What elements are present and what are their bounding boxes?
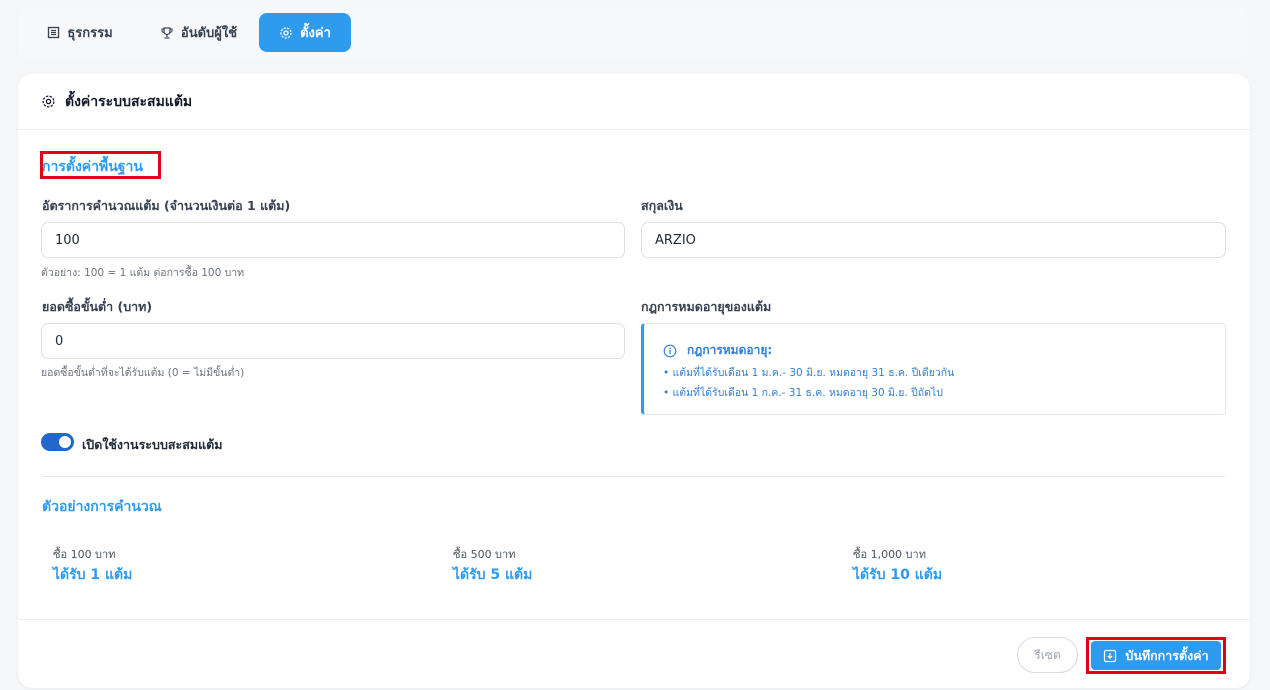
tab-label: อันดับผู้ใช้ xyxy=(180,26,238,41)
info-icon xyxy=(663,344,677,358)
tab-user-ranking[interactable]: อันดับผู้ใช้ xyxy=(143,13,254,52)
footer-divider xyxy=(18,619,1250,620)
reset-button[interactable]: รีเซต xyxy=(1017,637,1078,673)
rate-label: อัตราการคำนวณแต้ม (จำนวนเงินต่อ 1 แต้ม) xyxy=(42,198,291,213)
expiry-rule: • แต้มที่ได้รับเดือน 1 ม.ค.- 30 มิ.ย. หม… xyxy=(663,367,955,379)
currency-label: สกุลเงิน xyxy=(641,198,683,213)
example-value: ได้รับ 10 แต้ม xyxy=(853,567,943,583)
currency-input[interactable]: ARZIO xyxy=(641,222,1226,258)
trophy-icon xyxy=(160,26,174,40)
tab-label: ตั้งค่า xyxy=(300,26,331,41)
expiry-title-text: กฎการหมดอายุ: xyxy=(687,343,773,357)
tab-bar: ธุรกรรม อันดับผู้ใช้ ตั้งค่า xyxy=(18,7,1248,59)
expiry-rule: • แต้มที่ได้รับเดือน 1 ก.ค.- 31 ธ.ค. หมด… xyxy=(663,387,943,399)
example-caption: ซื้อ 500 บาท xyxy=(453,548,516,561)
min-purchase-label: ยอดซื้อขั้นต่ำ (บาท) xyxy=(42,299,153,314)
settings-card: ตั้งค่าระบบสะสมแต้ม การตั้งค่าพื้นฐาน อั… xyxy=(18,74,1250,688)
card-header: ตั้งค่าระบบสะสมแต้ม xyxy=(18,74,1250,130)
min-purchase-input[interactable]: 0 xyxy=(41,323,625,359)
save-icon xyxy=(1103,649,1117,663)
example-caption: ซื้อ 1,000 บาท xyxy=(853,548,926,561)
divider xyxy=(42,476,1225,477)
tab-settings[interactable]: ตั้งค่า xyxy=(259,13,351,52)
tab-transactions[interactable]: ธุรกรรม xyxy=(32,13,128,52)
section-title-example: ตัวอย่างการคำนวณ xyxy=(42,499,162,515)
enable-points-toggle[interactable] xyxy=(41,433,74,451)
expiry-rules-box: กฎการหมดอายุ: • แต้มที่ได้รับเดือน 1 ม.ค… xyxy=(641,323,1226,415)
card-title: ตั้งค่าระบบสะสมแต้ม xyxy=(65,93,193,110)
section-title-basic: การตั้งค่าพื้นฐาน xyxy=(42,159,143,175)
gear-icon xyxy=(41,94,56,109)
example-value: ได้รับ 5 แต้ม xyxy=(453,567,533,583)
toggle-knob xyxy=(59,436,71,448)
example-caption: ซื้อ 100 บาท xyxy=(53,548,116,561)
rate-hint: ตัวอย่าง: 100 = 1 แต้ม ต่อการซื้อ 100 บา… xyxy=(41,267,245,279)
rate-input[interactable]: 100 xyxy=(41,222,625,258)
expiry-label: กฎการหมดอายุของแต้ม xyxy=(641,299,772,314)
enable-points-label: เปิดใช้งานระบบสะสมแต้ม xyxy=(82,437,223,452)
expiry-title: กฎการหมดอายุ: xyxy=(663,341,772,360)
save-button-label: บันทึกการตั้งค่า xyxy=(1125,647,1209,663)
save-settings-button[interactable]: บันทึกการตั้งค่า xyxy=(1091,641,1221,670)
tab-label: ธุรกรรม xyxy=(67,26,113,41)
gear-icon xyxy=(279,26,293,40)
list-icon xyxy=(47,26,60,39)
example-value: ได้รับ 1 แต้ม xyxy=(53,567,133,583)
min-purchase-hint: ยอดซื้อขั้นต่ำที่จะได้รับแต้ม (0 = ไม่มี… xyxy=(41,367,245,379)
